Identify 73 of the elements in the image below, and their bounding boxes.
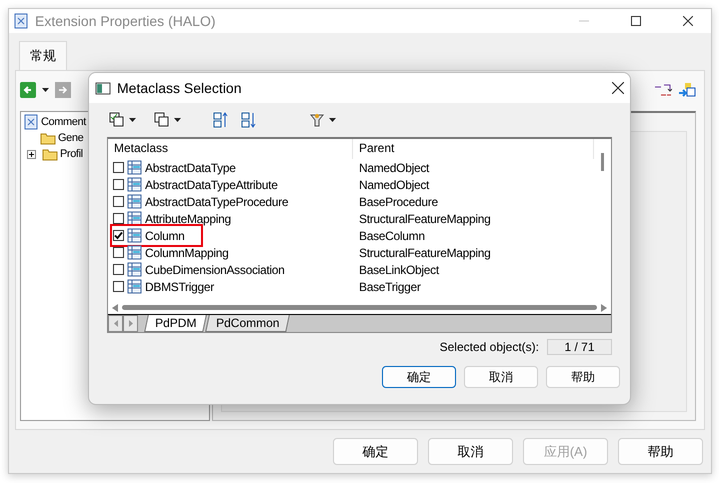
parent-name: BaseProcedure — [358, 194, 439, 208]
column-header[interactable]: Metaclass — [108, 139, 353, 159]
parent-name: BaseTrigger — [358, 280, 422, 294]
scroll-left-icon[interactable] — [112, 304, 118, 312]
table-icon — [127, 177, 142, 192]
parent-name: NamedObject — [358, 160, 430, 174]
checkbox[interactable] — [113, 162, 124, 173]
sheet-tab[interactable]: PdPDM — [144, 315, 208, 332]
previous-sheet-button[interactable] — [108, 315, 123, 332]
caret-icon[interactable] — [129, 118, 136, 122]
move-up-icon — [213, 112, 229, 128]
right-arrow-icon — [128, 320, 132, 327]
metaclass-name: ColumnMapping — [145, 246, 228, 260]
dialog-button[interactable]: 确定 — [382, 366, 456, 388]
metaclass-name: AbstractDataTypeProcedure — [145, 194, 288, 208]
checkbox[interactable] — [113, 213, 124, 224]
parent-name: NamedObject — [358, 178, 430, 192]
table-icon — [127, 194, 142, 209]
checkbox[interactable] — [113, 196, 124, 207]
move-down-icon — [241, 112, 257, 128]
table-icon — [127, 211, 142, 226]
dialog-button[interactable]: 帮助 — [618, 438, 703, 465]
table-icon — [127, 160, 142, 175]
close-icon — [612, 82, 624, 94]
caret-icon[interactable] — [174, 118, 181, 122]
filter-icon — [309, 112, 325, 128]
checkbox[interactable] — [113, 264, 124, 275]
metaclass-name: CubeDimensionAssociation — [145, 262, 285, 276]
dialog-button[interactable]: 确定 — [333, 438, 418, 465]
metaclass-name: Column — [145, 228, 185, 242]
rename-icon — [654, 82, 672, 98]
checkbox[interactable] — [113, 281, 124, 292]
caret-icon[interactable] — [42, 88, 49, 92]
document-icon — [23, 114, 39, 130]
maximize-icon — [631, 16, 641, 26]
import-icon — [678, 82, 696, 98]
table-icon — [127, 228, 142, 243]
deselect-all-icon — [154, 112, 170, 128]
tree-item[interactable]: Profil — [60, 148, 83, 160]
dialog-button[interactable]: 取消 — [428, 438, 513, 465]
select-all-icon — [109, 112, 125, 128]
parent-name: BaseColumn — [358, 228, 426, 242]
parent-name: StructuralFeatureMapping — [358, 246, 492, 260]
table-icon — [127, 262, 142, 277]
left-arrow-icon — [114, 320, 118, 327]
dialog-button[interactable]: 取消 — [464, 366, 538, 388]
tab[interactable]: 常规 — [19, 41, 67, 70]
dialog-title: Metaclass Selection — [117, 80, 243, 96]
document-icon — [13, 13, 29, 29]
checkbox[interactable] — [113, 179, 124, 190]
caret-icon[interactable] — [329, 118, 336, 122]
dialog-button[interactable]: 帮助 — [546, 366, 620, 388]
sheet-tab[interactable]: PdCommon — [206, 315, 290, 332]
metaclass-name: DBMSTrigger — [145, 280, 214, 294]
parent-name: BaseLinkObject — [358, 262, 440, 276]
metaclass-name: AbstractDataType — [145, 160, 236, 174]
close-icon — [683, 16, 693, 26]
window-icon — [95, 80, 111, 96]
tree-item[interactable]: Gene — [58, 132, 84, 144]
metaclass-name: AbstractDataTypeAttribute — [145, 178, 278, 192]
selection-count: 1 / 71 — [547, 339, 612, 355]
tree-item[interactable]: Comment — [41, 116, 86, 128]
checkbox[interactable] — [113, 230, 124, 241]
checkbox[interactable] — [113, 247, 124, 258]
table-icon — [127, 245, 142, 260]
window-title: Extension Properties (HALO) — [35, 13, 217, 29]
selection-label: Selected object(s): — [440, 340, 539, 354]
scroll-right-icon[interactable] — [601, 304, 607, 312]
expand-icon[interactable] — [27, 150, 36, 158]
table-icon — [127, 279, 142, 294]
next-sheet-button[interactable] — [123, 315, 138, 332]
parent-name: StructuralFeatureMapping — [358, 212, 492, 226]
metaclass-name: AttributeMapping — [145, 212, 231, 226]
